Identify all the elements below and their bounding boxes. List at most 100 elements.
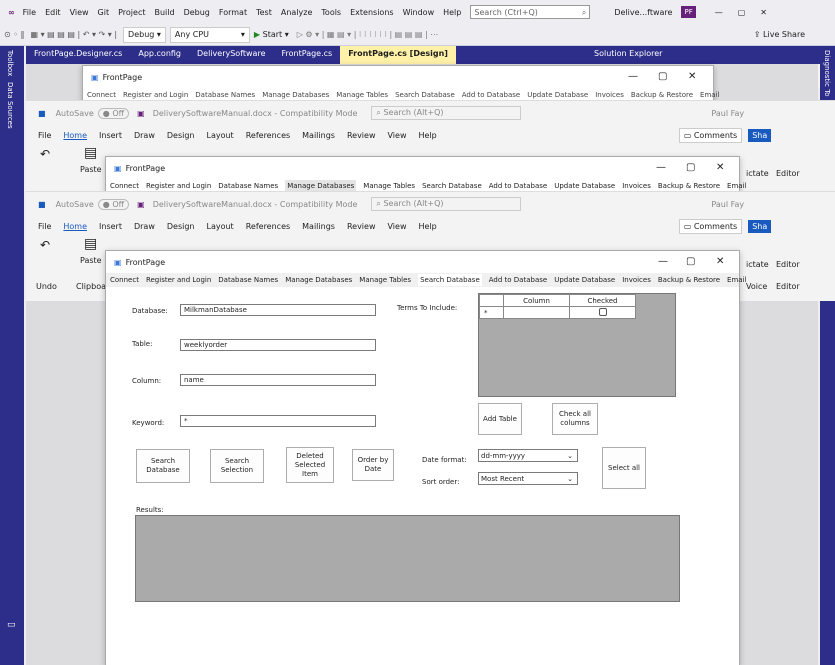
search-selection-button[interactable]: Search Selection bbox=[210, 449, 264, 483]
word-search[interactable]: ⌕ Search (Alt+Q) bbox=[371, 106, 522, 120]
back-icon[interactable]: ⊙ ◦ ‖ bbox=[4, 30, 25, 39]
maximize-icon[interactable]: ▢ bbox=[686, 256, 695, 267]
mid-menu-search[interactable]: Search Database bbox=[422, 182, 482, 190]
maximize-icon[interactable]: ▢ bbox=[658, 71, 667, 82]
close-icon[interactable]: ✕ bbox=[688, 71, 696, 82]
grid-header-column[interactable]: Column bbox=[503, 294, 570, 307]
back-menu-update[interactable]: Update Database bbox=[527, 91, 588, 99]
menu-format[interactable]: Format bbox=[219, 8, 247, 17]
select-all-button[interactable]: Select all bbox=[602, 447, 646, 489]
word-tab-view[interactable]: View bbox=[388, 131, 407, 140]
menu-invoices[interactable]: Invoices bbox=[622, 276, 651, 284]
checkbox[interactable] bbox=[598, 307, 607, 316]
mid-menu-backup[interactable]: Backup & Restore bbox=[658, 182, 720, 190]
menu-window[interactable]: Window bbox=[403, 8, 435, 17]
paste-icon[interactable]: ▤ bbox=[84, 145, 97, 161]
menu-add-to-database[interactable]: Add to Database bbox=[489, 276, 547, 284]
save-icon[interactable]: ▣ bbox=[137, 109, 145, 118]
menu-manage-databases[interactable]: Manage Databases bbox=[285, 276, 352, 284]
menu-extensions[interactable]: Extensions bbox=[350, 8, 393, 17]
menu-git[interactable]: Git bbox=[98, 8, 110, 17]
start-button[interactable]: ▶ Start ▾ bbox=[254, 30, 289, 39]
menu-project[interactable]: Project bbox=[118, 8, 145, 17]
menu-database-names[interactable]: Database Names bbox=[218, 276, 278, 284]
menu-email[interactable]: Email bbox=[727, 276, 746, 284]
mid-menu-invoices[interactable]: Invoices bbox=[622, 182, 651, 190]
back-menu-register[interactable]: Register and Login bbox=[123, 91, 188, 99]
mid-menu-db-names[interactable]: Database Names bbox=[218, 182, 278, 190]
word-tab-home[interactable]: Home bbox=[63, 131, 87, 140]
tab-frontpage-design[interactable]: FrontPage.cs [Design] bbox=[340, 46, 456, 64]
check-all-columns-button[interactable]: Check all columns bbox=[552, 403, 598, 435]
word-tab-mailings[interactable]: Mailings bbox=[302, 222, 335, 231]
mid-menu-add[interactable]: Add to Database bbox=[489, 182, 547, 190]
back-menu-add[interactable]: Add to Database bbox=[462, 91, 520, 99]
word-tab-file[interactable]: File bbox=[38, 131, 51, 140]
comments-button[interactable]: ▭ Comments bbox=[678, 218, 743, 234]
results-grid[interactable] bbox=[135, 515, 680, 602]
sort-order-select[interactable]: Most Recent ⌄ bbox=[478, 472, 578, 485]
menu-manage-tables[interactable]: Manage Tables bbox=[359, 276, 411, 284]
grid-new-checked-cell[interactable] bbox=[569, 306, 636, 319]
word-tab-draw[interactable]: Draw bbox=[134, 222, 155, 231]
tab-app-config[interactable]: App.config bbox=[130, 46, 189, 64]
grid-header-checked[interactable]: Checked bbox=[569, 294, 636, 307]
menu-test[interactable]: Test bbox=[256, 8, 272, 17]
autosave-toggle[interactable]: ● Off bbox=[97, 107, 130, 119]
mid-menu-connect[interactable]: Connect bbox=[110, 182, 139, 190]
column-field[interactable]: name bbox=[180, 374, 376, 386]
back-menu-email[interactable]: Email bbox=[700, 91, 719, 99]
word-tab-insert[interactable]: Insert bbox=[99, 222, 122, 231]
menu-connect[interactable]: Connect bbox=[110, 276, 139, 284]
word-tab-layout[interactable]: Layout bbox=[207, 131, 234, 140]
data-sources-tab[interactable]: Data Sources bbox=[6, 82, 14, 129]
menu-debug[interactable]: Debug bbox=[184, 8, 210, 17]
minimize-icon[interactable]: — bbox=[628, 71, 638, 82]
order-by-date-button[interactable]: Order by Date bbox=[352, 449, 394, 481]
word-tab-design[interactable]: Design bbox=[167, 131, 195, 140]
menu-file[interactable]: File bbox=[23, 8, 36, 17]
tab-frontpage-cs[interactable]: FrontPage.cs bbox=[274, 46, 341, 64]
vs-bottom-icon[interactable]: ▭ bbox=[7, 620, 16, 630]
live-share-button[interactable]: ⇪ Live Share bbox=[754, 30, 805, 39]
menu-register-login[interactable]: Register and Login bbox=[146, 276, 211, 284]
table-field[interactable]: weeklyorder bbox=[180, 339, 376, 351]
tab-frontpage-designer[interactable]: FrontPage.Designer.cs bbox=[26, 46, 130, 64]
comments-button[interactable]: ▭ Comments bbox=[678, 127, 743, 143]
tab-delivery-software[interactable]: DeliverySoftware bbox=[189, 46, 273, 64]
mid-menu-register[interactable]: Register and Login bbox=[146, 182, 211, 190]
minimize-icon[interactable]: — bbox=[715, 8, 723, 17]
word-tab-draw[interactable]: Draw bbox=[134, 131, 155, 140]
deleted-selected-item-button[interactable]: Deleted Selected Item bbox=[286, 447, 334, 483]
minimize-icon[interactable]: — bbox=[658, 256, 668, 267]
menu-help[interactable]: Help bbox=[443, 8, 461, 17]
close-icon[interactable]: ✕ bbox=[760, 8, 767, 17]
profile-badge[interactable]: PF bbox=[681, 6, 696, 18]
word-tab-design[interactable]: Design bbox=[167, 222, 195, 231]
back-menu-db-names[interactable]: Database Names bbox=[195, 91, 255, 99]
solution-explorer-header[interactable]: Solution Explorer bbox=[586, 46, 820, 64]
search-database-button[interactable]: Search Database bbox=[136, 449, 190, 483]
word-tab-references[interactable]: References bbox=[246, 222, 290, 231]
word-tab-home[interactable]: Home bbox=[63, 222, 87, 231]
back-menu-invoices[interactable]: Invoices bbox=[595, 91, 624, 99]
maximize-icon[interactable]: ▢ bbox=[686, 162, 695, 173]
date-format-select[interactable]: dd-mm-yyyy ⌄ bbox=[478, 449, 578, 462]
close-icon[interactable]: ✕ bbox=[716, 162, 724, 173]
mid-menu-email[interactable]: Email bbox=[727, 182, 746, 190]
minimize-icon[interactable]: — bbox=[656, 162, 666, 173]
vs-search-input[interactable]: Search (Ctrl+Q) ⌕ bbox=[470, 5, 591, 19]
mid-menu-manage-tables[interactable]: Manage Tables bbox=[363, 182, 415, 190]
share-button[interactable]: Sha bbox=[748, 219, 772, 233]
keyword-field[interactable]: * bbox=[180, 415, 376, 427]
word-tab-view[interactable]: View bbox=[388, 222, 407, 231]
menu-view[interactable]: View bbox=[70, 8, 89, 17]
add-table-button[interactable]: Add Table bbox=[478, 403, 522, 435]
undo-icon[interactable]: ↶ bbox=[40, 147, 50, 161]
word-tab-help[interactable]: Help bbox=[418, 131, 436, 140]
word-tab-file[interactable]: File bbox=[38, 222, 51, 231]
toolbar-icons[interactable]: ▦ ▾ ▤ ▤ ▤ | ↶ ▾ ↷ ▾ | bbox=[31, 30, 118, 39]
menu-analyze[interactable]: Analyze bbox=[281, 8, 313, 17]
toolbox-tab[interactable]: Toolbox bbox=[6, 50, 14, 76]
word-tab-references[interactable]: References bbox=[246, 131, 290, 140]
